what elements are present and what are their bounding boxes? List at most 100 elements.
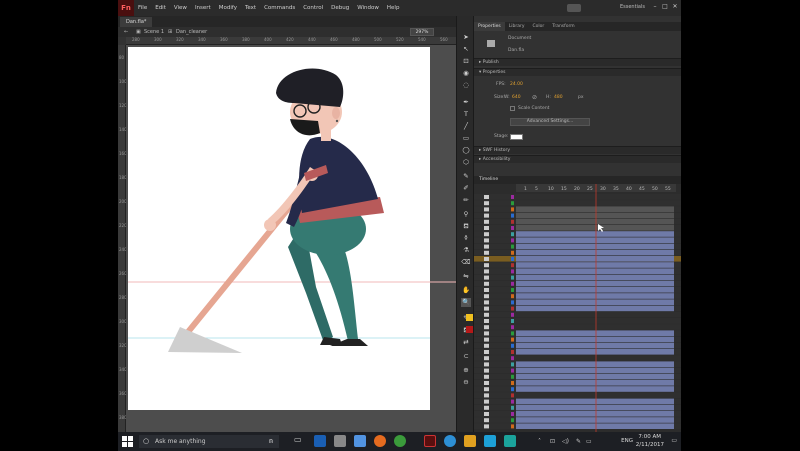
height-value[interactable]: 480 bbox=[554, 95, 563, 100]
menu-insert[interactable]: Insert bbox=[191, 5, 215, 11]
frame-span bbox=[516, 342, 674, 349]
section-swf-history[interactable]: ▸ SWF History bbox=[474, 146, 681, 154]
timeline-grid[interactable]: 1 5 10 15 20 25 30 35 40 45 50 55 bbox=[474, 184, 681, 432]
microphone-icon[interactable]: ⍝ bbox=[269, 437, 273, 446]
workspace-switcher[interactable]: Essentials bbox=[620, 4, 645, 10]
layer-color-swatch bbox=[511, 300, 514, 305]
line-tool-icon[interactable]: ╱ bbox=[461, 122, 471, 131]
tab-properties[interactable]: Properties bbox=[474, 22, 505, 31]
oval-tool-icon[interactable]: ◯ bbox=[461, 146, 471, 155]
volume-icon[interactable]: ◁) bbox=[562, 438, 569, 445]
width-value[interactable]: 640 bbox=[512, 95, 521, 100]
close-icon[interactable]: ✕ bbox=[671, 3, 679, 12]
menu-commands[interactable]: Commands bbox=[260, 5, 299, 11]
firefox-icon[interactable] bbox=[374, 435, 386, 447]
sync-badge[interactable] bbox=[567, 4, 581, 12]
eraser-tool-icon[interactable]: ⌫ bbox=[461, 258, 471, 267]
layer-icon bbox=[484, 232, 489, 237]
menu-text[interactable]: Text bbox=[241, 5, 260, 11]
zoom-out-icon[interactable]: ⊖ bbox=[461, 378, 471, 387]
free-transform-tool-icon[interactable]: ⊡ bbox=[461, 57, 471, 66]
section-properties[interactable]: ▾ Properties bbox=[474, 68, 681, 76]
subselection-tool-icon[interactable]: ↖ bbox=[461, 45, 471, 54]
tab-library[interactable]: Library bbox=[505, 22, 529, 31]
section-accessibility[interactable]: ▸ Accessibility bbox=[474, 155, 681, 163]
mail-icon[interactable] bbox=[354, 435, 366, 447]
skype-icon[interactable] bbox=[484, 435, 496, 447]
ink-bottle-tool-icon[interactable]: ⚱ bbox=[461, 234, 471, 243]
file-explorer-icon[interactable] bbox=[464, 435, 476, 447]
ruler-tick: 320 bbox=[176, 37, 184, 42]
fill-color-swatch[interactable] bbox=[466, 326, 473, 333]
menu-view[interactable]: View bbox=[170, 5, 191, 11]
menu-window[interactable]: Window bbox=[353, 5, 383, 11]
layer-row bbox=[474, 293, 681, 299]
zoom-in-icon[interactable]: ⊕ bbox=[461, 366, 471, 375]
lasso-tool-icon[interactable]: ◌ bbox=[461, 81, 471, 90]
animate-taskbar-icon[interactable] bbox=[424, 435, 436, 447]
paint-brush-tool-icon[interactable]: ✏ bbox=[461, 196, 471, 205]
section-publish[interactable]: ▸ Publish bbox=[474, 58, 681, 66]
menu-control[interactable]: Control bbox=[299, 5, 327, 11]
tab-color[interactable]: Color bbox=[529, 22, 549, 31]
menu-modify[interactable]: Modify bbox=[215, 5, 241, 11]
width-tool-icon[interactable]: ⇋ bbox=[461, 272, 471, 281]
message-icon[interactable]: ▭ bbox=[586, 438, 592, 445]
brush-tool-icon[interactable]: ✐ bbox=[461, 184, 471, 193]
timeline-header[interactable]: Timeline bbox=[474, 176, 681, 184]
action-center-icon[interactable]: ▭ bbox=[671, 437, 677, 444]
back-arrow-icon[interactable]: ← bbox=[124, 29, 128, 35]
minimize-icon[interactable]: – bbox=[651, 3, 659, 12]
layer-color-swatch bbox=[511, 219, 514, 224]
maximize-icon[interactable]: □ bbox=[661, 3, 669, 12]
stage-artwork[interactable] bbox=[128, 47, 456, 410]
cortana-search-box[interactable]: ○ Ask me anything ⍝ bbox=[139, 435, 279, 448]
clock-date[interactable]: 2/11/2017 bbox=[636, 442, 664, 448]
chrome-icon[interactable] bbox=[394, 435, 406, 447]
windows-start-icon[interactable] bbox=[122, 436, 133, 447]
layer-row bbox=[474, 249, 681, 256]
3d-rotation-tool-icon[interactable]: ◉ bbox=[461, 69, 471, 78]
stroke-color-swatch[interactable] bbox=[466, 314, 473, 321]
snap-magnet-icon[interactable]: ⊂ bbox=[461, 352, 471, 361]
swap-colors-icon[interactable]: ⇄ bbox=[461, 338, 471, 347]
scale-content-checkbox[interactable] bbox=[510, 106, 515, 111]
stage-color-swatch[interactable] bbox=[510, 134, 523, 140]
hand-tool-icon[interactable]: ✋ bbox=[461, 286, 471, 295]
pencil-tool-icon[interactable]: ✎ bbox=[461, 172, 471, 181]
pen-icon[interactable]: ✎ bbox=[576, 438, 581, 445]
store-icon[interactable] bbox=[334, 435, 346, 447]
app-icon[interactable] bbox=[444, 435, 456, 447]
menu-help[interactable]: Help bbox=[383, 5, 404, 11]
zoom-tool-icon[interactable]: 🔍 bbox=[461, 298, 471, 307]
paint-bucket-tool-icon[interactable]: ⛾ bbox=[461, 222, 471, 231]
polystar-tool-icon[interactable]: ⬡ bbox=[461, 158, 471, 167]
bone-tool-icon[interactable]: ⚲ bbox=[461, 210, 471, 219]
document-tab[interactable]: Dan.fla* bbox=[120, 17, 153, 27]
task-view-icon[interactable]: ▭ bbox=[294, 435, 306, 447]
menu-file[interactable]: File bbox=[134, 5, 151, 11]
advanced-settings-button[interactable]: Advanced Settings... bbox=[510, 118, 590, 126]
language-indicator[interactable]: ENG bbox=[621, 438, 633, 444]
menu-edit[interactable]: Edit bbox=[151, 5, 170, 11]
utility-icon[interactable] bbox=[504, 435, 516, 447]
text-tool-icon[interactable]: T bbox=[461, 110, 471, 119]
tray-up-arrow-icon[interactable]: ˄ bbox=[538, 438, 541, 445]
breadcrumb-symbol[interactable]: Dan_cleaner bbox=[176, 29, 207, 35]
layer-row bbox=[474, 386, 681, 392]
layer-icon bbox=[484, 325, 489, 330]
clock-time[interactable]: 7:00 AM bbox=[638, 434, 661, 440]
hand-lower bbox=[264, 219, 276, 231]
menu-debug[interactable]: Debug bbox=[327, 5, 353, 11]
eyedropper-tool-icon[interactable]: ⚗ bbox=[461, 246, 471, 255]
selection-tool-icon[interactable]: ➤ bbox=[461, 33, 471, 42]
fps-value[interactable]: 24.00 bbox=[510, 82, 523, 87]
edge-browser-icon[interactable] bbox=[314, 435, 326, 447]
tab-transform[interactable]: Transform bbox=[548, 22, 578, 31]
pen-tool-icon[interactable]: ✒ bbox=[461, 98, 471, 107]
zoom-field[interactable]: 297% bbox=[410, 28, 434, 36]
link-icon[interactable]: ⊘ bbox=[532, 94, 537, 101]
network-icon[interactable]: ⊡ bbox=[550, 438, 555, 445]
breadcrumb-scene[interactable]: Scene 1 bbox=[144, 29, 164, 35]
rectangle-tool-icon[interactable]: ▭ bbox=[461, 134, 471, 143]
